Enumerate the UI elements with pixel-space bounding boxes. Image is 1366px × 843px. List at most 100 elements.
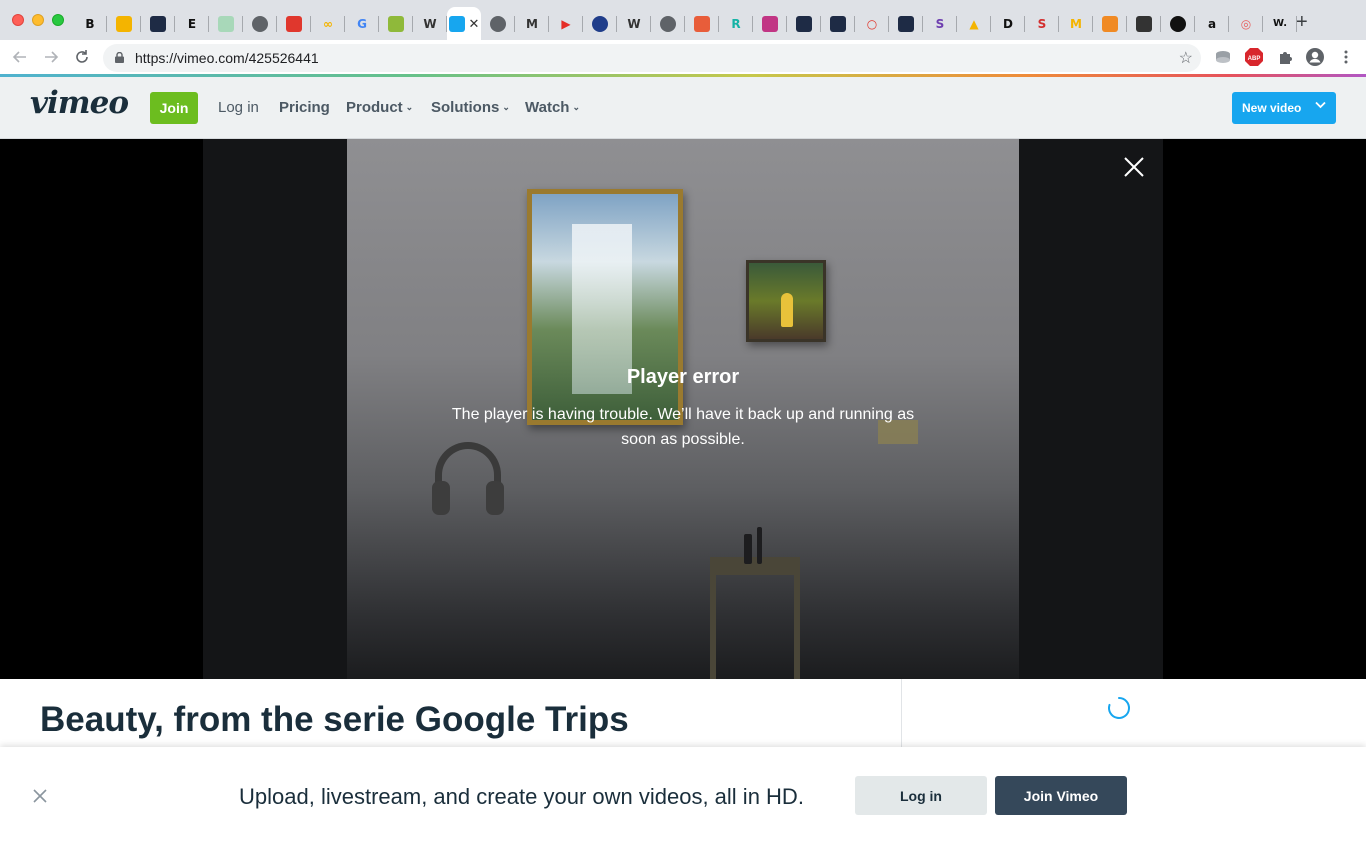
instagram-icon (762, 15, 778, 32)
amazon-icon: a (1207, 16, 1217, 31)
browser-tab[interactable] (651, 7, 685, 40)
orange-grid-icon (1102, 15, 1118, 32)
browser-tab[interactable]: ◎ (1229, 7, 1263, 40)
join-vimeo-button[interactable]: Join Vimeo (995, 776, 1127, 815)
player-error-title: Player error (626, 366, 740, 388)
blue-dot-icon (592, 15, 608, 32)
browser-tab[interactable]: ▶ (549, 7, 583, 40)
reload-icon[interactable] (72, 47, 92, 67)
lock-icon[interactable] (115, 52, 124, 63)
browser-tab[interactable]: W (617, 7, 651, 40)
browser-tab[interactable]: E (175, 7, 209, 40)
google-icon: G (357, 16, 367, 31)
chevron-down-icon (1315, 101, 1326, 109)
forward-icon[interactable] (41, 47, 61, 67)
browser-tab[interactable]: M (515, 7, 549, 40)
m-yellow-icon: M (1070, 16, 1082, 31)
extensions-puzzle-icon[interactable] (1276, 48, 1294, 66)
browser-tab[interactable]: G (345, 7, 379, 40)
sheets-icon (218, 15, 234, 32)
browser-tab[interactable]: S (1025, 7, 1059, 40)
back-icon[interactable] (10, 47, 30, 67)
browser-tab[interactable]: B (73, 7, 107, 40)
browser-tab[interactable]: D (991, 7, 1025, 40)
browser-tab[interactable]: ∞ (311, 7, 345, 40)
leaf-icon (388, 15, 404, 32)
new-video-label: New video (1242, 101, 1302, 115)
close-tab-icon[interactable]: ✕ (469, 16, 480, 32)
grid-icon (694, 15, 710, 32)
close-player-icon[interactable] (1122, 155, 1146, 179)
close-banner-icon[interactable] (32, 788, 48, 804)
product-label: Product (346, 99, 403, 116)
globe-icon (252, 15, 268, 32)
w-icon: W. (1272, 18, 1287, 29)
patreon-icon (796, 15, 812, 32)
video-title: Beauty, from the serie Google Trips (40, 700, 629, 739)
profile-avatar-icon[interactable] (1306, 48, 1324, 66)
pricing-link[interactable]: Pricing (279, 99, 330, 116)
new-video-button[interactable]: New video (1232, 92, 1336, 124)
product-menu[interactable]: Product ⌄ (346, 99, 413, 116)
svg-text:ABP: ABP (1248, 56, 1261, 62)
browser-tab[interactable] (209, 7, 243, 40)
browser-tab[interactable]: W. (1263, 7, 1297, 40)
browser-tab[interactable]: ▲ (957, 7, 991, 40)
pocket-icon (286, 15, 302, 32)
login-link[interactable]: Log in (218, 99, 259, 116)
signup-banner: Upload, livestream, and create your own … (0, 747, 1366, 843)
browser-tab[interactable] (141, 7, 175, 40)
browser-tab[interactable]: M (1059, 7, 1093, 40)
browser-tab[interactable]: ✕ (447, 7, 481, 40)
extension-cylinder-icon[interactable] (1214, 48, 1232, 66)
fullscreen-window-button[interactable] (52, 14, 64, 26)
chevron-down-icon: ⌄ (405, 102, 414, 112)
youtube-icon: ▶ (561, 16, 571, 31)
watch-menu[interactable]: Watch ⌄ (525, 99, 580, 116)
vimeo-logo[interactable]: vimeo (30, 85, 129, 121)
player-area: Player error The player is having troubl… (0, 139, 1366, 679)
address-bar[interactable]: https://vimeo.com/425526441 ☆ (103, 44, 1201, 72)
browser-tab[interactable] (787, 7, 821, 40)
browser-tab[interactable] (107, 7, 141, 40)
browser-tab[interactable]: W (413, 7, 447, 40)
browser-tab[interactable] (277, 7, 311, 40)
s-red-icon: S (1037, 16, 1047, 31)
close-window-button[interactable] (12, 14, 24, 26)
browser-tab[interactable]: a (1195, 7, 1229, 40)
browser-menu-icon[interactable] (1337, 48, 1355, 66)
solutions-menu[interactable]: Solutions ⌄ (431, 99, 510, 116)
headphone-cup (432, 481, 450, 515)
browser-tab[interactable] (583, 7, 617, 40)
browser-tab[interactable] (821, 7, 855, 40)
black-circle-icon (1170, 15, 1186, 32)
wikipedia-icon: W (627, 16, 641, 31)
browser-tab-strip: B E ∞ G W ✕ M ▶ W R ○ S ▲ D S Ma ◎ W. + (0, 0, 1366, 40)
loading-spinner-icon (1108, 697, 1130, 719)
browser-tab[interactable] (379, 7, 413, 40)
bookmark-star-icon[interactable]: ☆ (1179, 48, 1193, 68)
browser-tab[interactable]: ○ (855, 7, 889, 40)
join-button[interactable]: Join (150, 92, 198, 124)
browser-tab[interactable] (753, 7, 787, 40)
minimize-window-button[interactable] (32, 14, 44, 26)
new-tab-button[interactable]: + (1296, 12, 1308, 32)
browser-tab[interactable] (889, 7, 923, 40)
side-table (710, 557, 800, 679)
solutions-label: Solutions (431, 99, 500, 116)
browser-tab[interactable] (481, 7, 515, 40)
adblock-plus-icon[interactable]: ABP (1245, 48, 1263, 66)
painting-figure (781, 293, 793, 327)
browser-tab[interactable] (1161, 7, 1195, 40)
site-header: vimeo Join Log in Pricing Product ⌄ Solut… (0, 77, 1366, 139)
browser-tab[interactable] (1093, 7, 1127, 40)
banner-text: Upload, livestream, and create your own … (239, 784, 804, 809)
medium-icon: M (526, 16, 538, 31)
browser-tab[interactable]: S (923, 7, 957, 40)
browser-tab[interactable] (1127, 7, 1161, 40)
url-text[interactable]: https://vimeo.com/425526441 (135, 50, 319, 66)
browser-tab[interactable]: R (719, 7, 753, 40)
browser-tab[interactable] (243, 7, 277, 40)
banner-login-button[interactable]: Log in (855, 776, 987, 815)
browser-tab[interactable] (685, 7, 719, 40)
